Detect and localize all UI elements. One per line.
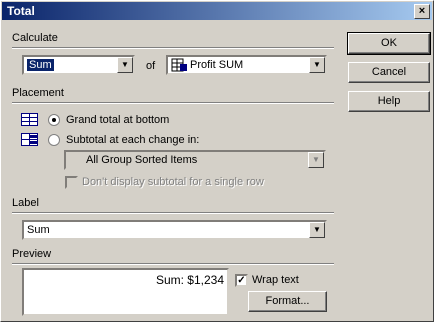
chevron-down-icon[interactable]: ▼ <box>309 57 325 73</box>
grand-total-label: Grand total at bottom <box>66 114 170 126</box>
label-section-label: Label <box>12 197 39 209</box>
format-button[interactable]: Format... <box>248 291 327 312</box>
of-label: of <box>146 60 156 72</box>
cancel-button[interactable]: Cancel <box>348 62 430 83</box>
dont-display-checkbox[interactable] <box>65 176 78 189</box>
subtotal-group-select[interactable]: All Group Sorted Items ▼ <box>64 150 326 170</box>
preview-divider <box>12 263 334 265</box>
calculate-function-value: Sum <box>27 59 54 71</box>
preview-section-label: Preview <box>12 248 52 260</box>
dont-display-label: Don't display subtotal for a single row <box>82 176 264 188</box>
grand-total-icon <box>21 113 38 126</box>
close-button[interactable]: × <box>414 4 430 19</box>
calculate-divider <box>12 47 334 49</box>
chevron-down-icon[interactable]: ▼ <box>117 57 133 73</box>
chevron-down-icon[interactable]: ▼ <box>308 152 324 168</box>
title-bar: Total × <box>2 2 432 20</box>
wrap-text-label: Wrap text <box>252 274 299 286</box>
calculate-field-value: Profit SUM <box>190 59 244 71</box>
help-button[interactable]: Help <box>348 91 430 112</box>
subtotal-label: Subtotal at each change in: <box>66 134 200 146</box>
wrap-text-checkbox[interactable]: ✓ <box>235 274 248 287</box>
close-icon: × <box>418 5 426 17</box>
label-combo[interactable]: Sum ▼ <box>22 220 327 240</box>
table-field-icon <box>171 58 187 72</box>
dialog-title: Total <box>7 4 35 18</box>
calculate-field-select[interactable]: Profit SUM ▼ <box>166 55 327 75</box>
subtotal-radio[interactable] <box>48 134 60 146</box>
ok-button[interactable]: OK <box>347 32 431 55</box>
calculate-section-label: Calculate <box>12 32 58 44</box>
chevron-down-icon[interactable]: ▼ <box>309 222 325 238</box>
label-divider <box>12 212 334 214</box>
check-icon: ✓ <box>237 275 246 286</box>
total-dialog: Total × OK Cancel Help Calculate Sum ▼ o… <box>0 0 434 322</box>
placement-section-label: Placement <box>12 87 64 99</box>
label-value: Sum <box>27 224 50 236</box>
calculate-function-select[interactable]: Sum ▼ <box>22 55 135 75</box>
placement-divider <box>12 102 334 104</box>
subtotal-group-value: All Group Sorted Items <box>86 154 198 166</box>
preview-text: Sum: $1,234 <box>155 273 224 287</box>
preview-box: Sum: $1,234 <box>22 268 229 316</box>
grand-total-radio[interactable] <box>48 114 60 126</box>
subtotal-icon <box>21 133 38 146</box>
